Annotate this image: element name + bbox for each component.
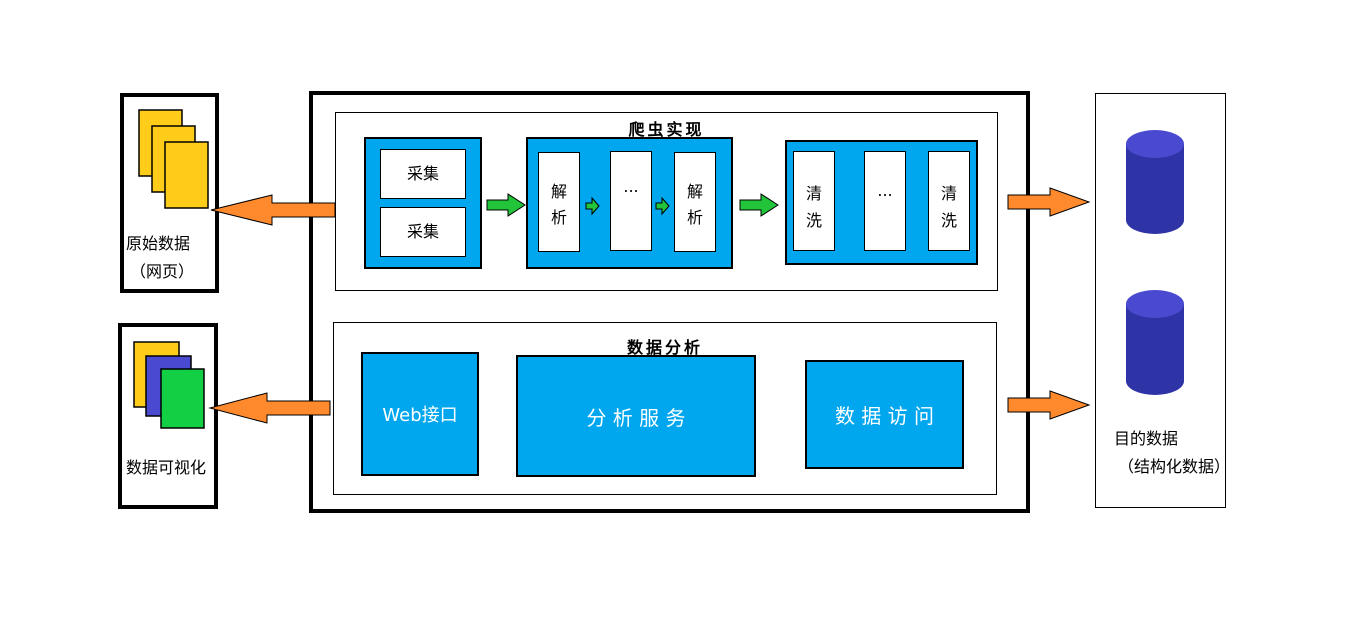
arrow-collect-to-parse xyxy=(486,193,526,217)
arrow-parse-to-clean xyxy=(739,193,779,217)
arrow-to-raw-data xyxy=(210,194,336,226)
arrows-layer xyxy=(208,187,1091,424)
arrow-parse-step-2 xyxy=(655,196,670,216)
arrow-to-visualization xyxy=(208,392,331,424)
arrow-to-target-1 xyxy=(1007,187,1091,217)
arrow-to-target-2 xyxy=(1007,390,1091,420)
arrow-parse-step-1 xyxy=(585,196,600,216)
